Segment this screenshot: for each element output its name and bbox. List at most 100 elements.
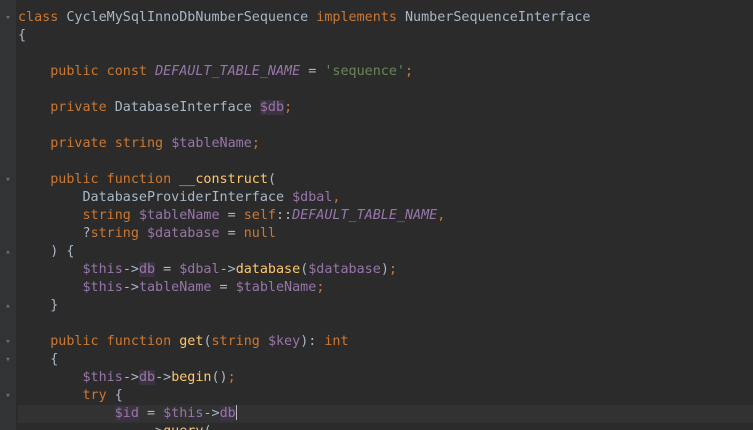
code-token: (: [203, 334, 212, 349]
code-token: (: [267, 172, 276, 187]
code-line[interactable]: {: [18, 27, 753, 45]
code-token: DEFAULT_TABLE_NAME: [292, 208, 438, 223]
code-line[interactable]: private string $tableName;: [18, 135, 753, 153]
code-token: ):: [300, 334, 325, 349]
code-token: ->: [122, 280, 139, 295]
code-token: ->: [18, 424, 163, 430]
code-token: ;: [316, 280, 325, 295]
code-line[interactable]: ▴ }: [5, 297, 753, 315]
code-token: DatabaseProviderInterface: [18, 190, 293, 205]
fold-expand-icon[interactable]: ▾: [3, 13, 13, 23]
code-token: $this: [82, 370, 123, 385]
code-token: (): [211, 370, 228, 385]
code-line[interactable]: ▾ class CycleMySqlInnoDbNumberSequence im…: [5, 9, 753, 27]
code-token: {: [106, 388, 123, 403]
code-line[interactable]: $this->tableName = $tableName;: [18, 279, 753, 297]
code-line[interactable]: [18, 45, 753, 63]
editor-gutter: [0, 0, 16, 430]
code-line[interactable]: private DatabaseInterface $db;: [18, 99, 753, 117]
code-token: $dbal: [179, 262, 220, 277]
code-token: 'sequence': [324, 64, 405, 79]
code-token: {: [18, 352, 59, 367]
code-token: ,: [437, 208, 446, 223]
fold-collapse-icon[interactable]: ▴: [3, 301, 13, 311]
code-line[interactable]: $this->db = $dbal->database($database);: [18, 261, 753, 279]
code-token: ->: [219, 262, 236, 277]
code-token: begin: [171, 370, 212, 385]
code-token: ;: [405, 64, 414, 79]
code-token: ->: [122, 370, 139, 385]
code-token: db: [219, 406, 236, 421]
code-token: public function: [50, 172, 172, 187]
fold-expand-icon[interactable]: ▾: [3, 391, 13, 401]
code-token: (: [203, 424, 211, 430]
code-token: string: [211, 334, 260, 349]
code-area[interactable]: ▾ class CycleMySqlInnoDbNumberSequence im…: [5, 9, 753, 430]
code-token: query: [163, 424, 203, 430]
code-token: __construct: [179, 172, 268, 187]
code-line[interactable]: ▾ public function get(string $key): int: [5, 333, 753, 351]
fold-expand-icon[interactable]: ▾: [3, 355, 13, 365]
code-line[interactable]: public const DEFAULT_TABLE_NAME = 'seque…: [18, 63, 753, 81]
code-token: string: [82, 208, 131, 223]
code-line[interactable]: ▾ public function __construct(: [5, 171, 753, 189]
fold-collapse-icon[interactable]: ▴: [3, 247, 13, 257]
code-token: CycleMySqlInnoDbNumberSequence: [66, 10, 309, 25]
code-token: NumberSequenceInterface: [404, 10, 591, 25]
code-token: try: [82, 388, 107, 403]
fold-expand-icon[interactable]: ▾: [3, 175, 13, 185]
code-token: $tableName: [171, 136, 252, 151]
code-token: ->: [203, 406, 220, 421]
code-line[interactable]: [18, 81, 753, 99]
code-line[interactable]: [18, 153, 753, 171]
code-line[interactable]: ▾ try {: [5, 387, 753, 405]
code-token: =: [219, 226, 244, 241]
code-token: private: [50, 136, 107, 151]
fold-expand-icon[interactable]: ▾: [3, 337, 13, 347]
code-token: self: [243, 208, 276, 223]
code-line[interactable]: $this->db->begin();: [18, 369, 753, 387]
code-token: ;: [388, 262, 397, 277]
code-line[interactable]: [18, 117, 753, 135]
code-line[interactable]: DatabaseProviderInterface $dbal,: [18, 189, 753, 207]
code-token: {: [18, 28, 27, 43]
code-token: int: [324, 334, 349, 349]
code-line[interactable]: ▾ {: [5, 351, 753, 369]
code-token: DatabaseInterface: [106, 100, 260, 115]
code-editor[interactable]: ▾ class CycleMySqlInnoDbNumberSequence im…: [0, 0, 753, 430]
code-token: ->: [122, 262, 139, 277]
code-line[interactable]: string $tableName = self::DEFAULT_TABLE_…: [18, 207, 753, 225]
code-token: =: [219, 208, 244, 223]
code-line[interactable]: $id = $this->db: [18, 405, 753, 423]
code-token: $this: [163, 406, 204, 421]
code-token: $this: [82, 262, 123, 277]
code-line[interactable]: [18, 315, 753, 333]
code-line[interactable]: ->query(: [18, 423, 753, 430]
code-token: =: [155, 262, 180, 277]
code-line[interactable]: ▴ ) {: [5, 243, 753, 261]
code-token: ): [380, 262, 389, 277]
code-token: =: [211, 280, 236, 295]
code-token: ;: [251, 136, 260, 151]
code-token: $tableName: [235, 280, 317, 295]
code-token: string: [90, 226, 139, 241]
code-token: database: [235, 262, 301, 277]
code-token: DEFAULT_TABLE_NAME: [155, 64, 301, 79]
code-line[interactable]: ?string $database = null: [18, 225, 753, 243]
code-token: =: [300, 64, 325, 79]
code-token: $this: [82, 280, 123, 295]
code-token: }: [18, 298, 59, 313]
code-token: ;: [227, 370, 236, 385]
